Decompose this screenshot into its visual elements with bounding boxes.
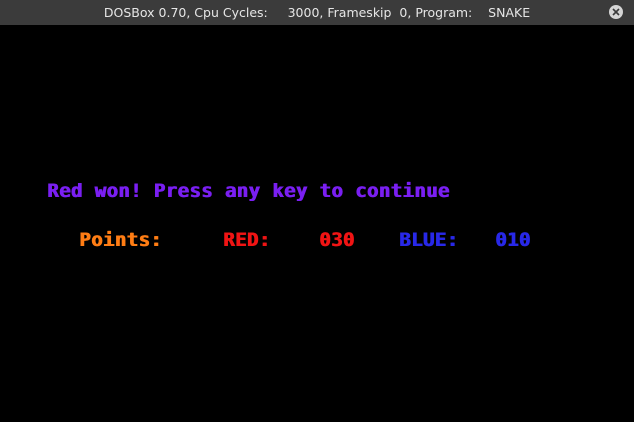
close-button[interactable] — [609, 5, 623, 19]
window-title: DOSBox 0.70, Cpu Cycles: 3000, Frameskip… — [103, 5, 531, 20]
win-message: Red won! Press any key to continue — [47, 180, 450, 202]
blue-score-label: BLUE: — [399, 229, 459, 251]
points-label: Points: — [79, 229, 162, 251]
title-bar[interactable]: DOSBox 0.70, Cpu Cycles: 3000, Frameskip… — [0, 0, 634, 25]
red-score-value: 030 — [319, 229, 355, 251]
blue-score-value: 010 — [495, 229, 531, 251]
dosbox-window: DOSBox 0.70, Cpu Cycles: 3000, Frameskip… — [0, 0, 634, 422]
red-score-label: RED: — [223, 229, 271, 251]
close-icon — [612, 8, 620, 16]
game-screen[interactable]: Red won! Press any key to continue Point… — [0, 25, 634, 422]
